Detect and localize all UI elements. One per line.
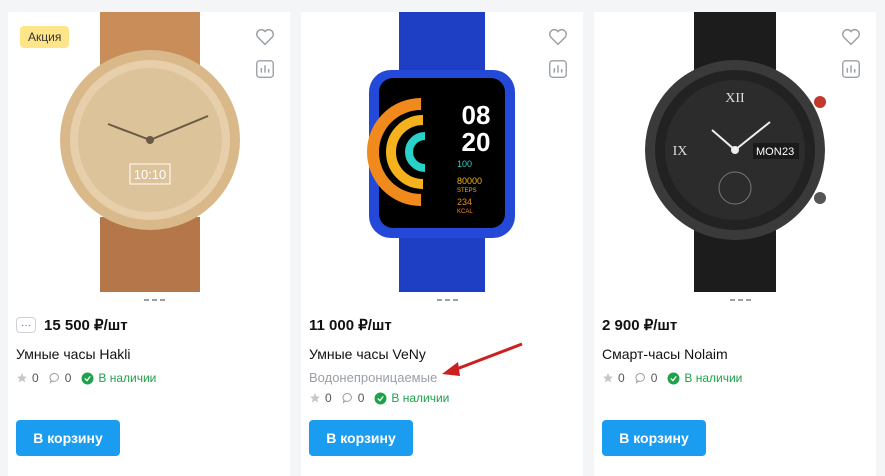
reviews-count: 0 <box>64 371 72 385</box>
rating-count: 0 <box>32 371 39 385</box>
watch-image: 10:10 <box>60 12 240 292</box>
product-image[interactable]: 10:10 <box>8 12 290 292</box>
add-to-cart-button[interactable]: В корзину <box>16 420 120 456</box>
watch-kcal-value: 234 <box>457 197 472 207</box>
stock-status: В наличии <box>391 391 450 405</box>
price-row: 11 000 ₽/шт <box>309 316 392 334</box>
rating-count: 0 <box>618 371 625 385</box>
product-title[interactable]: Умные часы VeNy <box>309 346 426 362</box>
bar-chart-icon[interactable] <box>254 58 276 80</box>
image-pagination[interactable] <box>437 299 458 301</box>
svg-text:10:10: 10:10 <box>134 167 167 182</box>
product-image[interactable]: 08 20 100 80000 STEPS 234 KCAL <box>301 12 583 292</box>
product-price: 2 900 ₽/шт <box>602 317 678 334</box>
check-circle-icon <box>374 392 387 404</box>
heart-icon[interactable] <box>254 26 276 48</box>
svg-text:IX: IX <box>673 144 688 159</box>
bar-chart-icon[interactable] <box>547 58 569 80</box>
product-price: 11 000 ₽/шт <box>309 317 392 334</box>
product-title[interactable]: Смарт-часы Nolaim <box>602 346 728 362</box>
add-to-cart-button[interactable]: В корзину <box>602 420 706 456</box>
product-meta: 0 0 В наличии <box>16 371 166 385</box>
product-card: 10:10 Акция ··· 15 500 ₽/шт Умные часы H… <box>8 12 290 476</box>
watch-steps-label: STEPS <box>457 188 477 194</box>
watch-image: 08 20 100 80000 STEPS 234 KCAL <box>367 12 515 292</box>
product-meta: 0 0 В наличии <box>602 371 752 385</box>
stock-status: В наличии <box>98 371 157 385</box>
comment-icon <box>49 372 59 384</box>
product-card: XII IX MON 23 2 900 ₽/шт Смарт-часы Nola… <box>594 12 876 476</box>
image-pagination[interactable] <box>730 299 751 301</box>
rating-count: 0 <box>325 391 332 405</box>
price-row: ··· 15 500 ₽/шт <box>16 316 128 334</box>
watch-day: MON <box>756 146 782 158</box>
watch-image: XII IX MON 23 <box>645 12 826 292</box>
product-feature: Водонепроницаемые <box>309 370 438 385</box>
more-options-button[interactable]: ··· <box>16 317 36 333</box>
bar-chart-icon[interactable] <box>840 58 862 80</box>
product-image[interactable]: XII IX MON 23 <box>594 12 876 292</box>
star-icon <box>17 373 27 383</box>
watch-minutes: 20 <box>462 127 491 157</box>
image-pagination[interactable] <box>144 299 165 301</box>
star-icon <box>603 373 613 383</box>
watch-date: 23 <box>782 146 794 158</box>
heart-icon[interactable] <box>547 26 569 48</box>
add-to-cart-button[interactable]: В корзину <box>309 420 413 456</box>
watch-percent: 100 <box>457 159 472 169</box>
price-row: 2 900 ₽/шт <box>602 316 677 334</box>
reviews-count: 0 <box>650 371 658 385</box>
heart-icon[interactable] <box>840 26 862 48</box>
product-price: 15 500 ₽/шт <box>44 317 128 334</box>
sale-badge: Акция <box>20 26 70 48</box>
comment-icon <box>342 392 352 404</box>
watch-steps-value: 80000 <box>457 176 482 186</box>
svg-text:XII: XII <box>725 91 745 106</box>
reviews-count: 0 <box>357 391 365 405</box>
check-circle-icon <box>667 372 680 384</box>
stock-status: В наличии <box>684 371 743 385</box>
product-meta: 0 0 В наличии <box>309 391 459 405</box>
comment-icon <box>635 372 645 384</box>
check-circle-icon <box>81 372 94 384</box>
product-title[interactable]: Умные часы Hakli <box>16 346 131 362</box>
watch-hours: 08 <box>462 100 491 130</box>
watch-kcal-label: KCAL <box>457 209 473 215</box>
annotation-arrow-icon <box>442 342 523 376</box>
product-card: 08 20 100 80000 STEPS 234 KCAL 11 000 ₽/… <box>301 12 583 476</box>
star-icon <box>310 393 320 403</box>
